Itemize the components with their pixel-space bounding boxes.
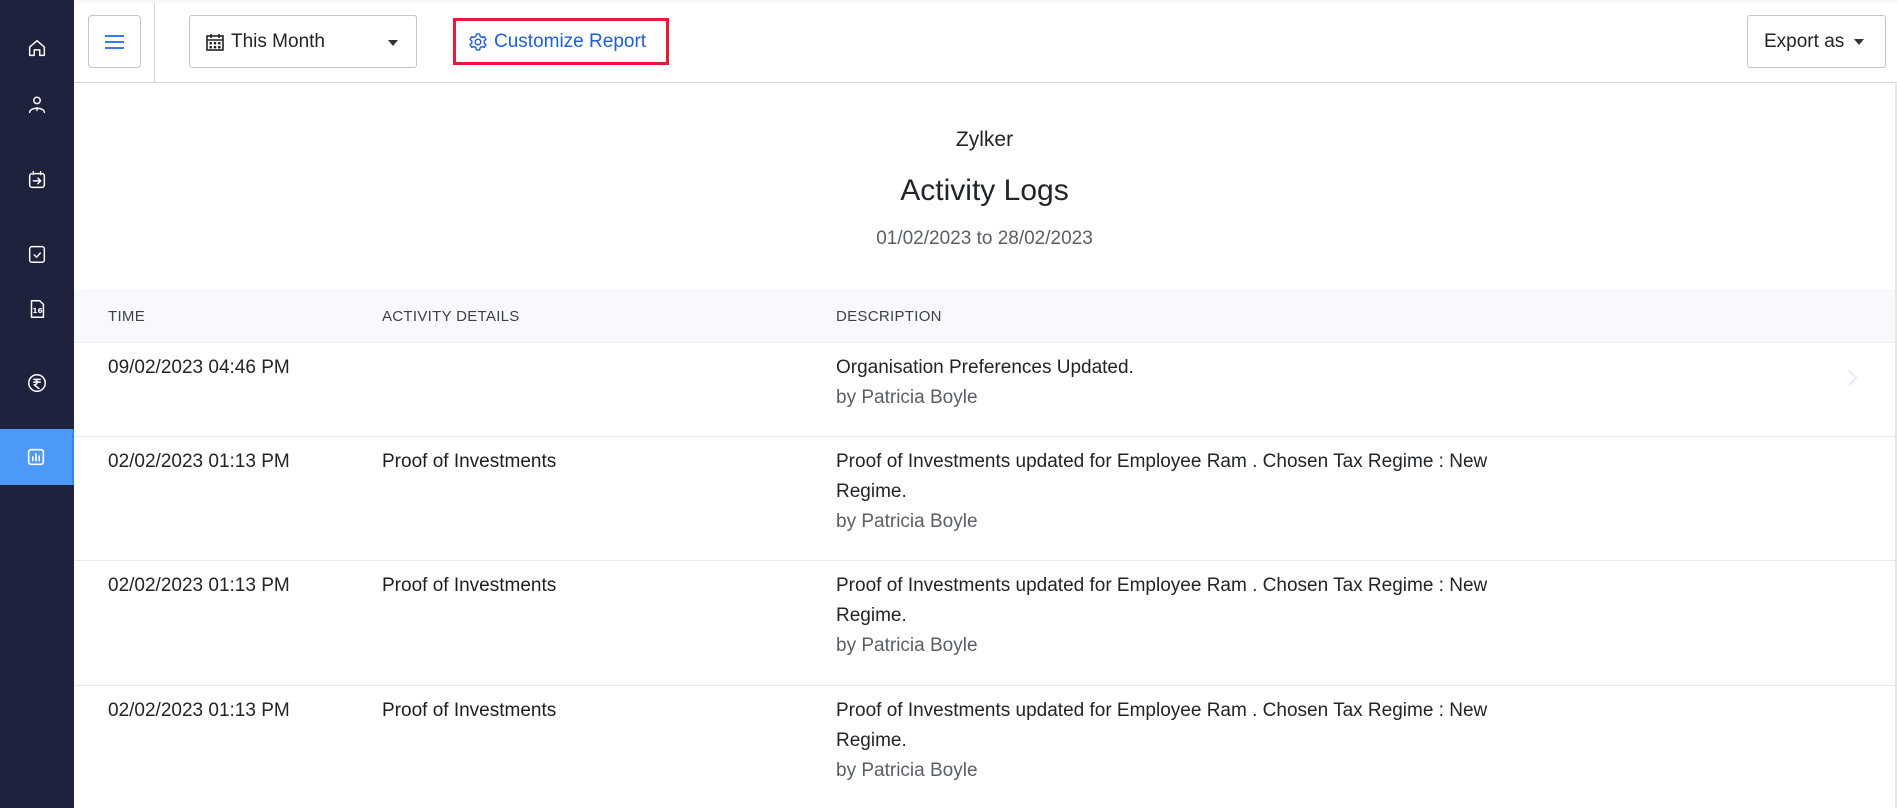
calendar-arrow-icon — [28, 171, 46, 189]
rupee-icon — [28, 374, 46, 392]
column-header-time: TIME — [108, 308, 146, 325]
toolbar-divider — [154, 3, 155, 83]
export-as-label: Export as — [1764, 30, 1845, 52]
description-author: by Patricia Boyle — [836, 760, 978, 781]
export-as-button[interactable]: Export as — [1747, 15, 1886, 68]
report-title: Activity Logs — [900, 174, 1069, 207]
column-header-activity-details: ACTIVITY DETAILS — [382, 308, 520, 325]
table-header: TIME ACTIVITY DETAILS DESCRIPTION — [74, 289, 1895, 343]
row-time: 02/02/2023 01:13 PM — [108, 575, 290, 596]
table-row[interactable]: 09/02/2023 04:46 PM Organisation Prefere… — [74, 343, 1895, 437]
chevron-right-icon[interactable] — [1846, 369, 1858, 387]
home-icon — [28, 39, 46, 57]
table-row[interactable]: 02/02/2023 01:13 PM Proof of Investments… — [74, 561, 1895, 686]
report-heading: Zylker Activity Logs 01/02/2023 to 28/02… — [74, 84, 1895, 289]
description-text: Proof of Investments updated for Employe… — [836, 575, 1488, 626]
chevron-down-icon — [388, 40, 398, 46]
customize-report-label: Customize Report — [494, 30, 647, 52]
table-row[interactable]: 02/02/2023 01:13 PM Proof of Investments… — [74, 437, 1895, 561]
report-date-range: 01/02/2023 to 28/02/2023 — [876, 228, 1093, 249]
row-activity: Proof of Investments — [382, 451, 557, 472]
description-text: Proof of Investments updated for Employe… — [836, 451, 1488, 502]
table-row[interactable]: 02/02/2023 01:13 PM Proof of Investments… — [74, 686, 1895, 808]
sidebar-item-reports[interactable] — [0, 429, 74, 485]
row-description: Proof of Investments updated for Employe… — [836, 696, 1536, 786]
sidebar: 16 — [0, 0, 74, 808]
sidebar-item-home[interactable] — [0, 20, 74, 76]
row-time: 02/02/2023 01:13 PM — [108, 700, 290, 721]
row-activity: Proof of Investments — [382, 700, 557, 721]
period-selected-value: This Month — [231, 30, 325, 52]
row-time: 02/02/2023 01:13 PM — [108, 451, 290, 472]
description-author: by Patricia Boyle — [836, 387, 978, 408]
row-time: 09/02/2023 04:46 PM — [108, 357, 290, 378]
activity-log-table: TIME ACTIVITY DETAILS DESCRIPTION 09/02/… — [74, 289, 1895, 808]
description-author: by Patricia Boyle — [836, 635, 978, 656]
description-text: Proof of Investments updated for Employe… — [836, 700, 1488, 751]
sidebar-item-loans[interactable] — [0, 355, 74, 411]
menu-toggle-button[interactable] — [88, 15, 141, 68]
svg-text:16: 16 — [32, 306, 42, 315]
sidebar-item-approvals[interactable] — [0, 226, 74, 282]
bar-chart-icon — [27, 448, 45, 466]
check-square-icon — [28, 245, 46, 263]
row-activity: Proof of Investments — [382, 575, 557, 596]
caret-down-icon — [1854, 38, 1865, 45]
description-text: Organisation Preferences Updated. — [836, 357, 1134, 378]
hamburger-icon — [105, 33, 124, 51]
form16-icon: 16 — [30, 300, 45, 318]
organisation-name: Zylker — [955, 128, 1014, 151]
calendar-icon — [206, 33, 224, 51]
period-dropdown[interactable]: This Month — [189, 15, 417, 68]
row-description: Proof of Investments updated for Employe… — [836, 571, 1536, 661]
sidebar-item-employees[interactable] — [0, 77, 74, 133]
person-icon — [28, 96, 46, 114]
column-header-description: DESCRIPTION — [836, 308, 942, 325]
row-description: Organisation Preferences Updated. by Pat… — [836, 353, 1536, 413]
sidebar-item-pay-runs[interactable] — [0, 152, 74, 208]
row-description: Proof of Investments updated for Employe… — [836, 447, 1536, 537]
gear-icon — [469, 32, 487, 51]
description-author: by Patricia Boyle — [836, 511, 978, 532]
sidebar-item-form16[interactable]: 16 — [0, 281, 74, 337]
customize-report-button[interactable]: Customize Report — [453, 18, 669, 65]
